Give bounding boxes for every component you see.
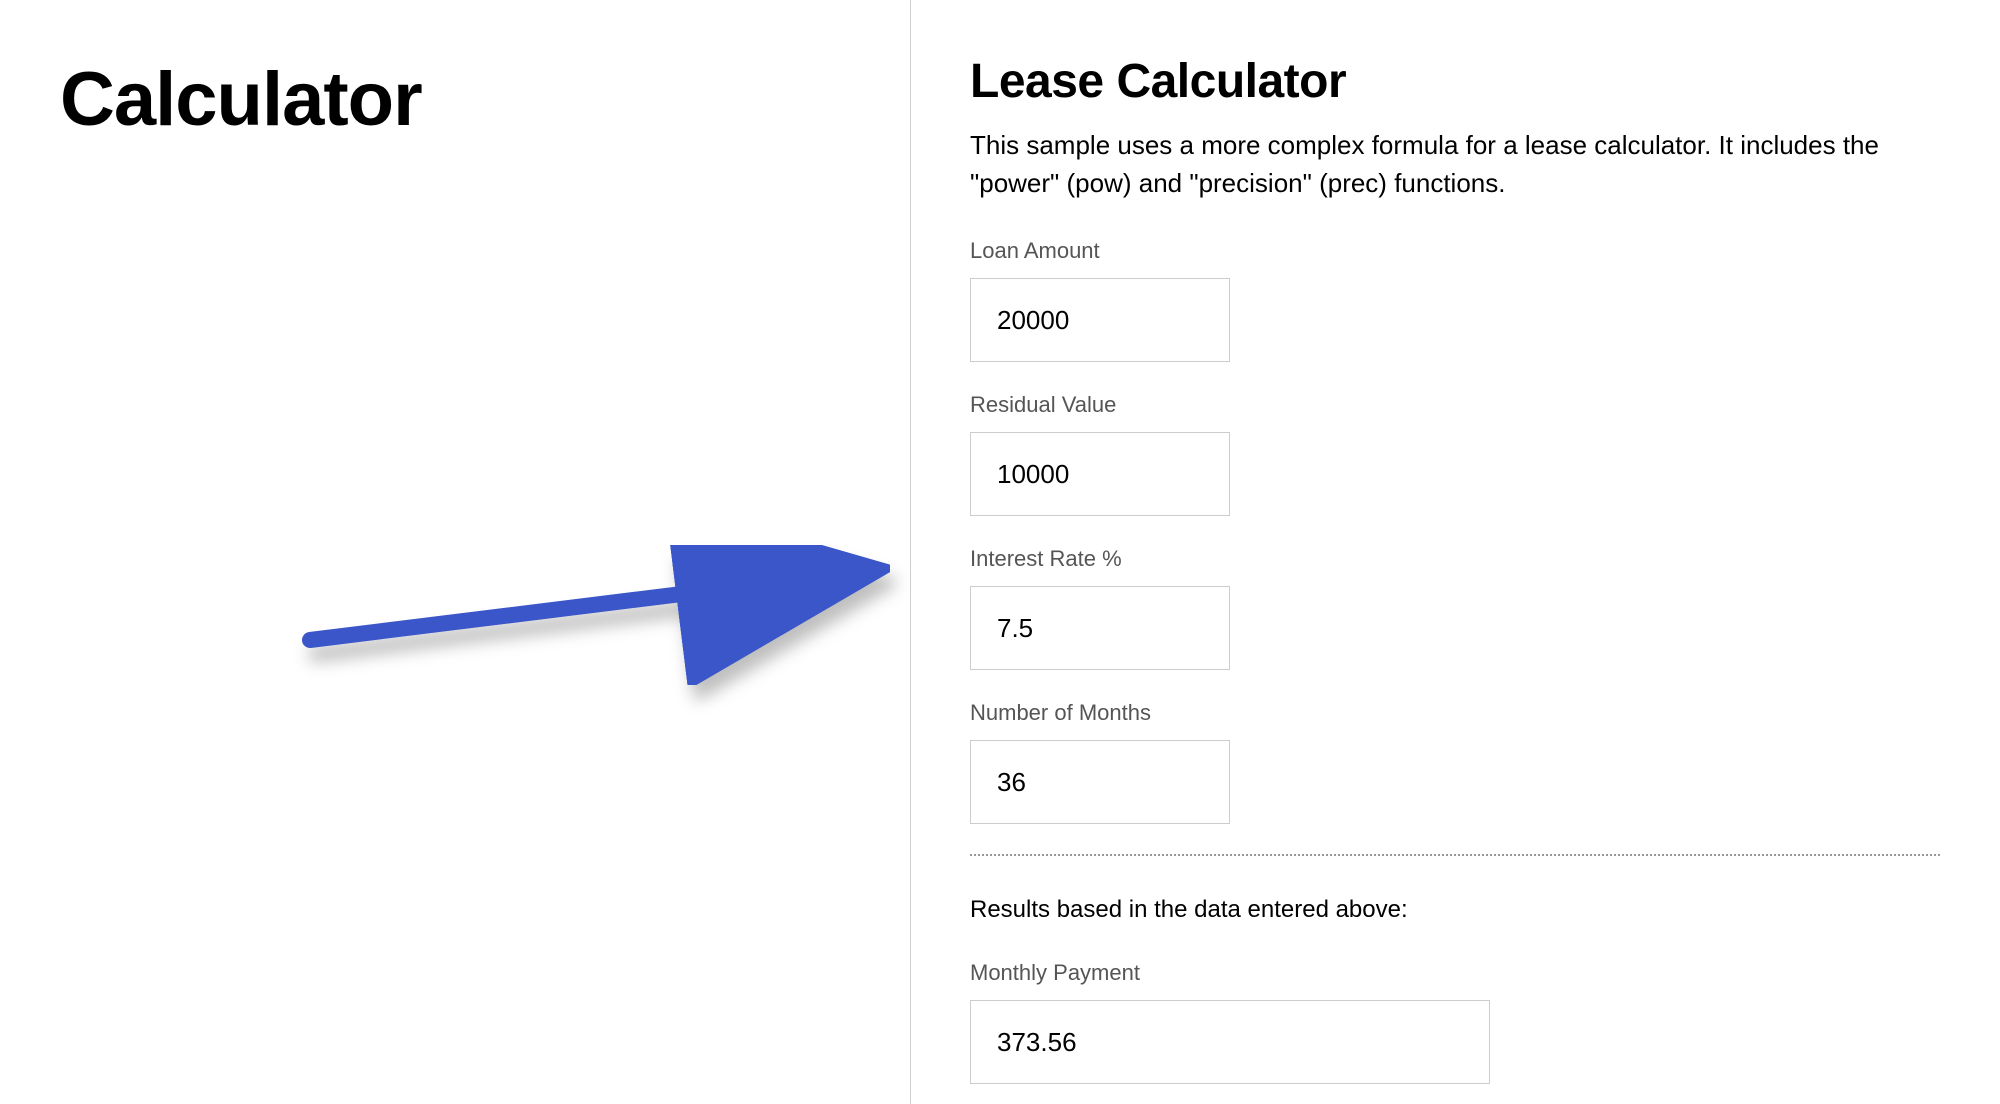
section-divider <box>970 854 1940 856</box>
loan-amount-input[interactable] <box>970 278 1230 362</box>
residual-value-label: Residual Value <box>970 392 1940 418</box>
monthly-payment-output[interactable] <box>970 1000 1490 1084</box>
monthly-payment-label: Monthly Payment <box>970 960 1940 986</box>
loan-amount-label: Loan Amount <box>970 238 1940 264</box>
residual-value-input[interactable] <box>970 432 1230 516</box>
calculator-description: This sample uses a more complex formula … <box>970 127 1940 202</box>
interest-rate-label: Interest Rate % <box>970 546 1940 572</box>
num-months-label: Number of Months <box>970 700 1940 726</box>
page-title: Calculator <box>60 56 910 143</box>
interest-rate-input[interactable] <box>970 586 1230 670</box>
num-months-input[interactable] <box>970 740 1230 824</box>
calculator-title: Lease Calculator <box>970 54 1940 109</box>
vertical-divider <box>910 0 911 1104</box>
results-intro-text: Results based in the data entered above: <box>970 896 1940 924</box>
